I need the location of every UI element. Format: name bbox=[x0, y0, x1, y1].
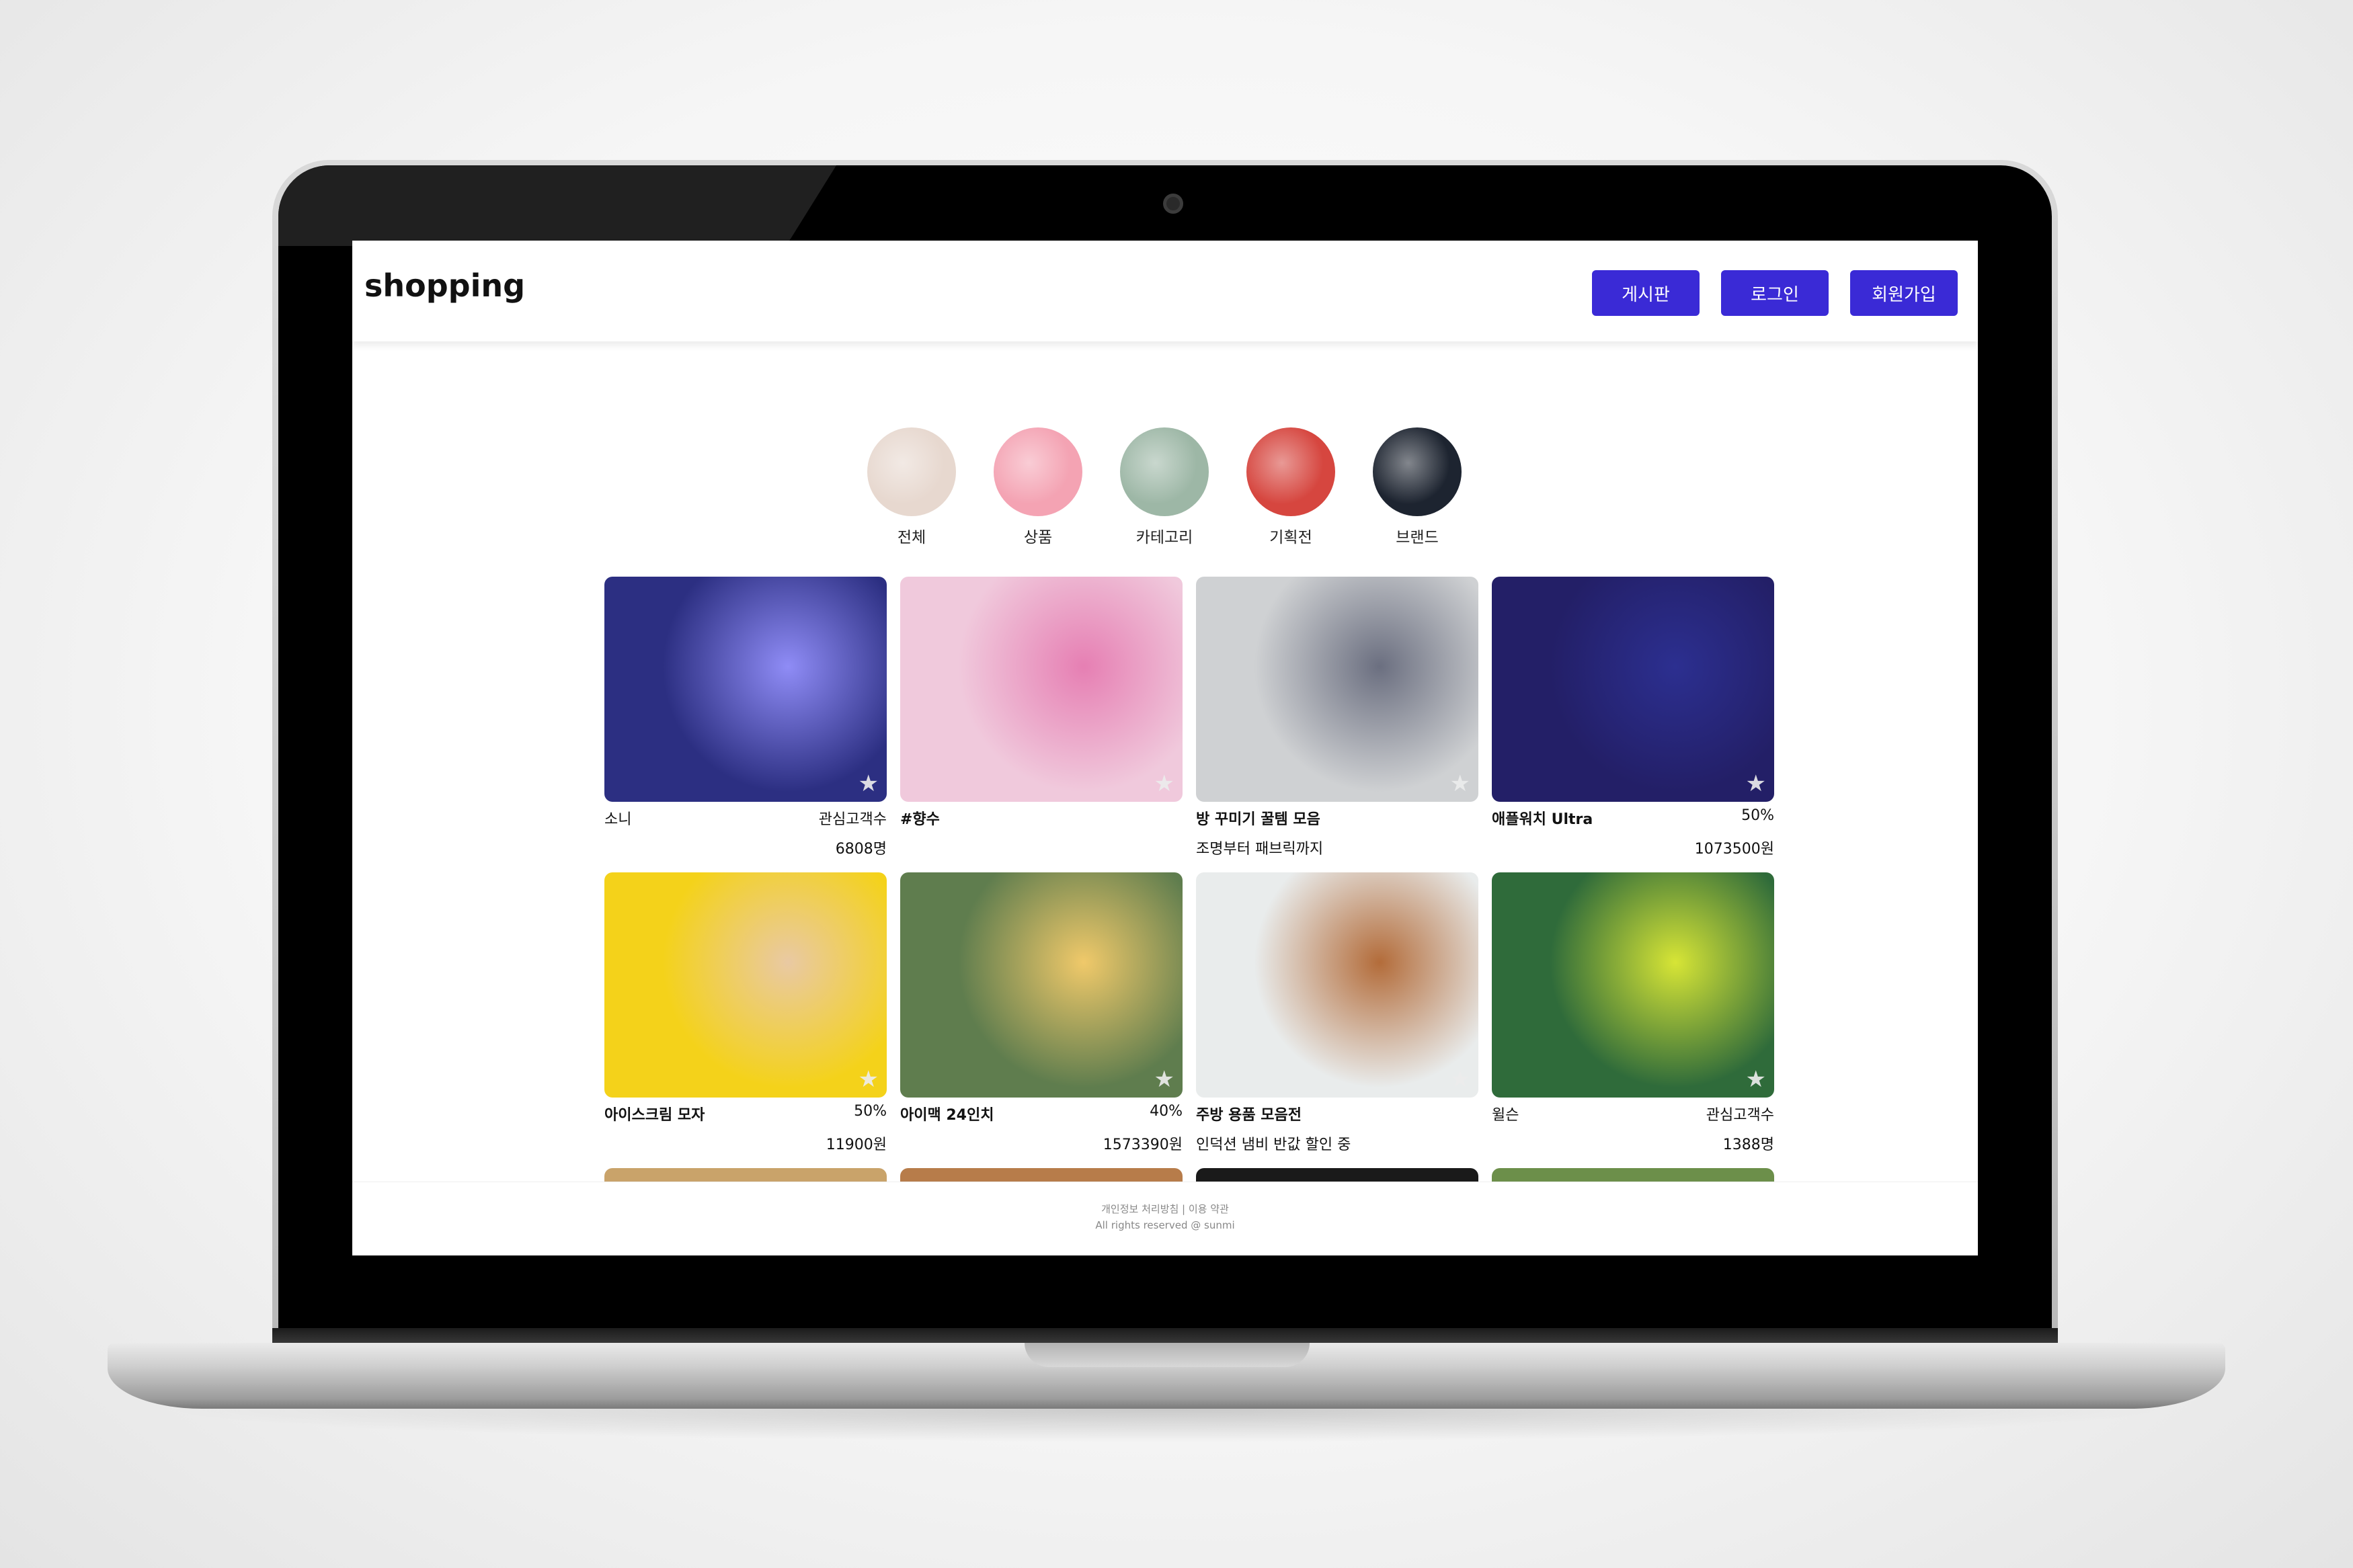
product-image[interactable]: ★ bbox=[604, 577, 887, 802]
site-logo[interactable]: shopping bbox=[364, 267, 525, 304]
category-bar: 전체 상품 카테고리 기획전 브랜드 bbox=[867, 427, 1462, 547]
footer-copyright: All rights reserved @ sunmi bbox=[1095, 1219, 1235, 1231]
category-label: 전체 bbox=[897, 529, 926, 546]
product-title: 주방 용품 모음전 bbox=[1196, 1107, 1302, 1124]
favorite-star-icon[interactable]: ★ bbox=[1154, 1068, 1174, 1091]
product-info-row: 아이스크림 모자 50% bbox=[604, 1103, 887, 1124]
category-label: 브랜드 bbox=[1396, 529, 1439, 546]
login-button[interactable]: 로그인 bbox=[1721, 270, 1829, 316]
product-image[interactable]: ★ bbox=[1196, 577, 1478, 802]
signup-button[interactable]: 회원가입 bbox=[1850, 270, 1958, 316]
product-title: 방 꾸미기 꿀템 모음 bbox=[1196, 811, 1320, 828]
category-image bbox=[1246, 427, 1335, 516]
product-info-row: 윌슨 관심고객수 bbox=[1492, 1103, 1774, 1124]
product-subtext: 1073500원 bbox=[1694, 841, 1774, 858]
product-subtext: 인덕션 냄비 반값 할인 중 bbox=[1196, 1137, 1351, 1153]
product-image[interactable]: ★ bbox=[1196, 872, 1478, 1098]
product-grid: ★ 소니 관심고객수 6808명 ★ #향수 ★ 방 꾸미기 꿀템 모음 조명부터 패브릭까지 ★… bbox=[604, 577, 1774, 1255]
product-image[interactable]: ★ bbox=[1492, 872, 1774, 1098]
product-title: 윌슨 bbox=[1492, 1107, 1519, 1124]
category-all[interactable]: 전체 bbox=[867, 427, 956, 547]
category-image bbox=[994, 427, 1082, 516]
screen: shopping 게시판 로그인 회원가입 전체 상품 카테고리 기획전 브랜드 ★ 소니… bbox=[352, 241, 1978, 1255]
board-button[interactable]: 게시판 bbox=[1592, 270, 1700, 316]
product-title: 소니 bbox=[604, 811, 632, 828]
product-card[interactable]: ★ 주방 용품 모음전인덕션 냄비 반값 할인 중 bbox=[1196, 872, 1478, 1153]
product-meta: 50% bbox=[854, 1103, 887, 1120]
favorite-star-icon[interactable]: ★ bbox=[859, 772, 879, 795]
product-title: 아이스크림 모자 bbox=[604, 1107, 705, 1124]
product-meta: 40% bbox=[1150, 1103, 1183, 1120]
laptop-notch bbox=[1025, 1343, 1310, 1367]
favorite-star-icon[interactable]: ★ bbox=[1154, 772, 1174, 795]
category-image bbox=[867, 427, 956, 516]
product-title: 애플워치 Ultra bbox=[1492, 811, 1593, 828]
favorite-star-icon[interactable]: ★ bbox=[1450, 772, 1470, 795]
product-info-row: 소니 관심고객수 bbox=[604, 807, 887, 829]
category-category[interactable]: 카테고리 bbox=[1120, 427, 1209, 547]
product-subtext: 11900원 bbox=[826, 1137, 887, 1153]
footer-links[interactable]: 개인정보 처리방침 | 이용 약관 bbox=[352, 1201, 1978, 1217]
product-subtext: 1573390원 bbox=[1103, 1137, 1183, 1153]
site-header: shopping 게시판 로그인 회원가입 bbox=[352, 241, 1978, 341]
product-subtext: 6808명 bbox=[835, 841, 887, 858]
product-subtext: 조명부터 패브릭까지 bbox=[1196, 841, 1324, 858]
laptop-shadow bbox=[155, 1409, 2178, 1442]
category-image bbox=[1120, 427, 1209, 516]
product-image[interactable]: ★ bbox=[1492, 577, 1774, 802]
product-image[interactable]: ★ bbox=[604, 872, 887, 1098]
product-image[interactable]: ★ bbox=[900, 577, 1183, 802]
category-products[interactable]: 상품 bbox=[994, 427, 1082, 547]
product-card[interactable]: ★ #향수 bbox=[900, 577, 1183, 852]
category-label: 기획전 bbox=[1269, 529, 1312, 546]
product-card[interactable]: ★ 아이스크림 모자 50% 11900원 bbox=[604, 872, 887, 1153]
favorite-star-icon[interactable]: ★ bbox=[1746, 772, 1766, 795]
product-meta: 50% bbox=[1741, 807, 1774, 824]
product-meta: 관심고객수 bbox=[818, 811, 887, 828]
product-info-row: 방 꾸미기 꿀템 모음 bbox=[1196, 807, 1478, 829]
favorite-star-icon[interactable]: ★ bbox=[1450, 1068, 1470, 1091]
category-brands[interactable]: 브랜드 bbox=[1373, 427, 1462, 547]
category-image bbox=[1373, 427, 1462, 516]
nav-buttons: 게시판 로그인 회원가입 bbox=[1592, 270, 1958, 316]
site-footer: 개인정보 처리방침 | 이용 약관 All rights reserved @ … bbox=[352, 1182, 1978, 1255]
product-info-row: 아이맥 24인치 40% bbox=[900, 1103, 1183, 1124]
category-promotions[interactable]: 기획전 bbox=[1246, 427, 1335, 547]
product-card[interactable]: ★ 윌슨 관심고객수 1388명 bbox=[1492, 872, 1774, 1153]
favorite-star-icon[interactable]: ★ bbox=[1746, 1068, 1766, 1091]
favorite-star-icon[interactable]: ★ bbox=[859, 1068, 879, 1091]
product-info-row: #향수 bbox=[900, 807, 1183, 829]
category-label: 카테고리 bbox=[1135, 529, 1193, 546]
product-card[interactable]: ★ 소니 관심고객수 6808명 bbox=[604, 577, 887, 858]
product-title: #향수 bbox=[900, 811, 940, 828]
laptop-hinge bbox=[272, 1328, 2058, 1344]
product-info-row: 애플워치 Ultra 50% bbox=[1492, 807, 1774, 829]
product-card[interactable]: ★ 아이맥 24인치 40% 1573390원 bbox=[900, 872, 1183, 1153]
product-meta: 관심고객수 bbox=[1706, 1107, 1774, 1124]
product-card[interactable]: ★ 애플워치 Ultra 50% 1073500원 bbox=[1492, 577, 1774, 858]
product-card[interactable]: ★ 방 꾸미기 꿀템 모음조명부터 패브릭까지 bbox=[1196, 577, 1478, 858]
category-label: 상품 bbox=[1023, 529, 1053, 546]
bezel-glare bbox=[278, 165, 836, 246]
webcam bbox=[1163, 194, 1183, 214]
product-info-row: 주방 용품 모음전 bbox=[1196, 1103, 1478, 1124]
product-image[interactable]: ★ bbox=[900, 872, 1183, 1098]
product-title: 아이맥 24인치 bbox=[900, 1107, 994, 1124]
product-subtext: 1388명 bbox=[1722, 1137, 1774, 1153]
